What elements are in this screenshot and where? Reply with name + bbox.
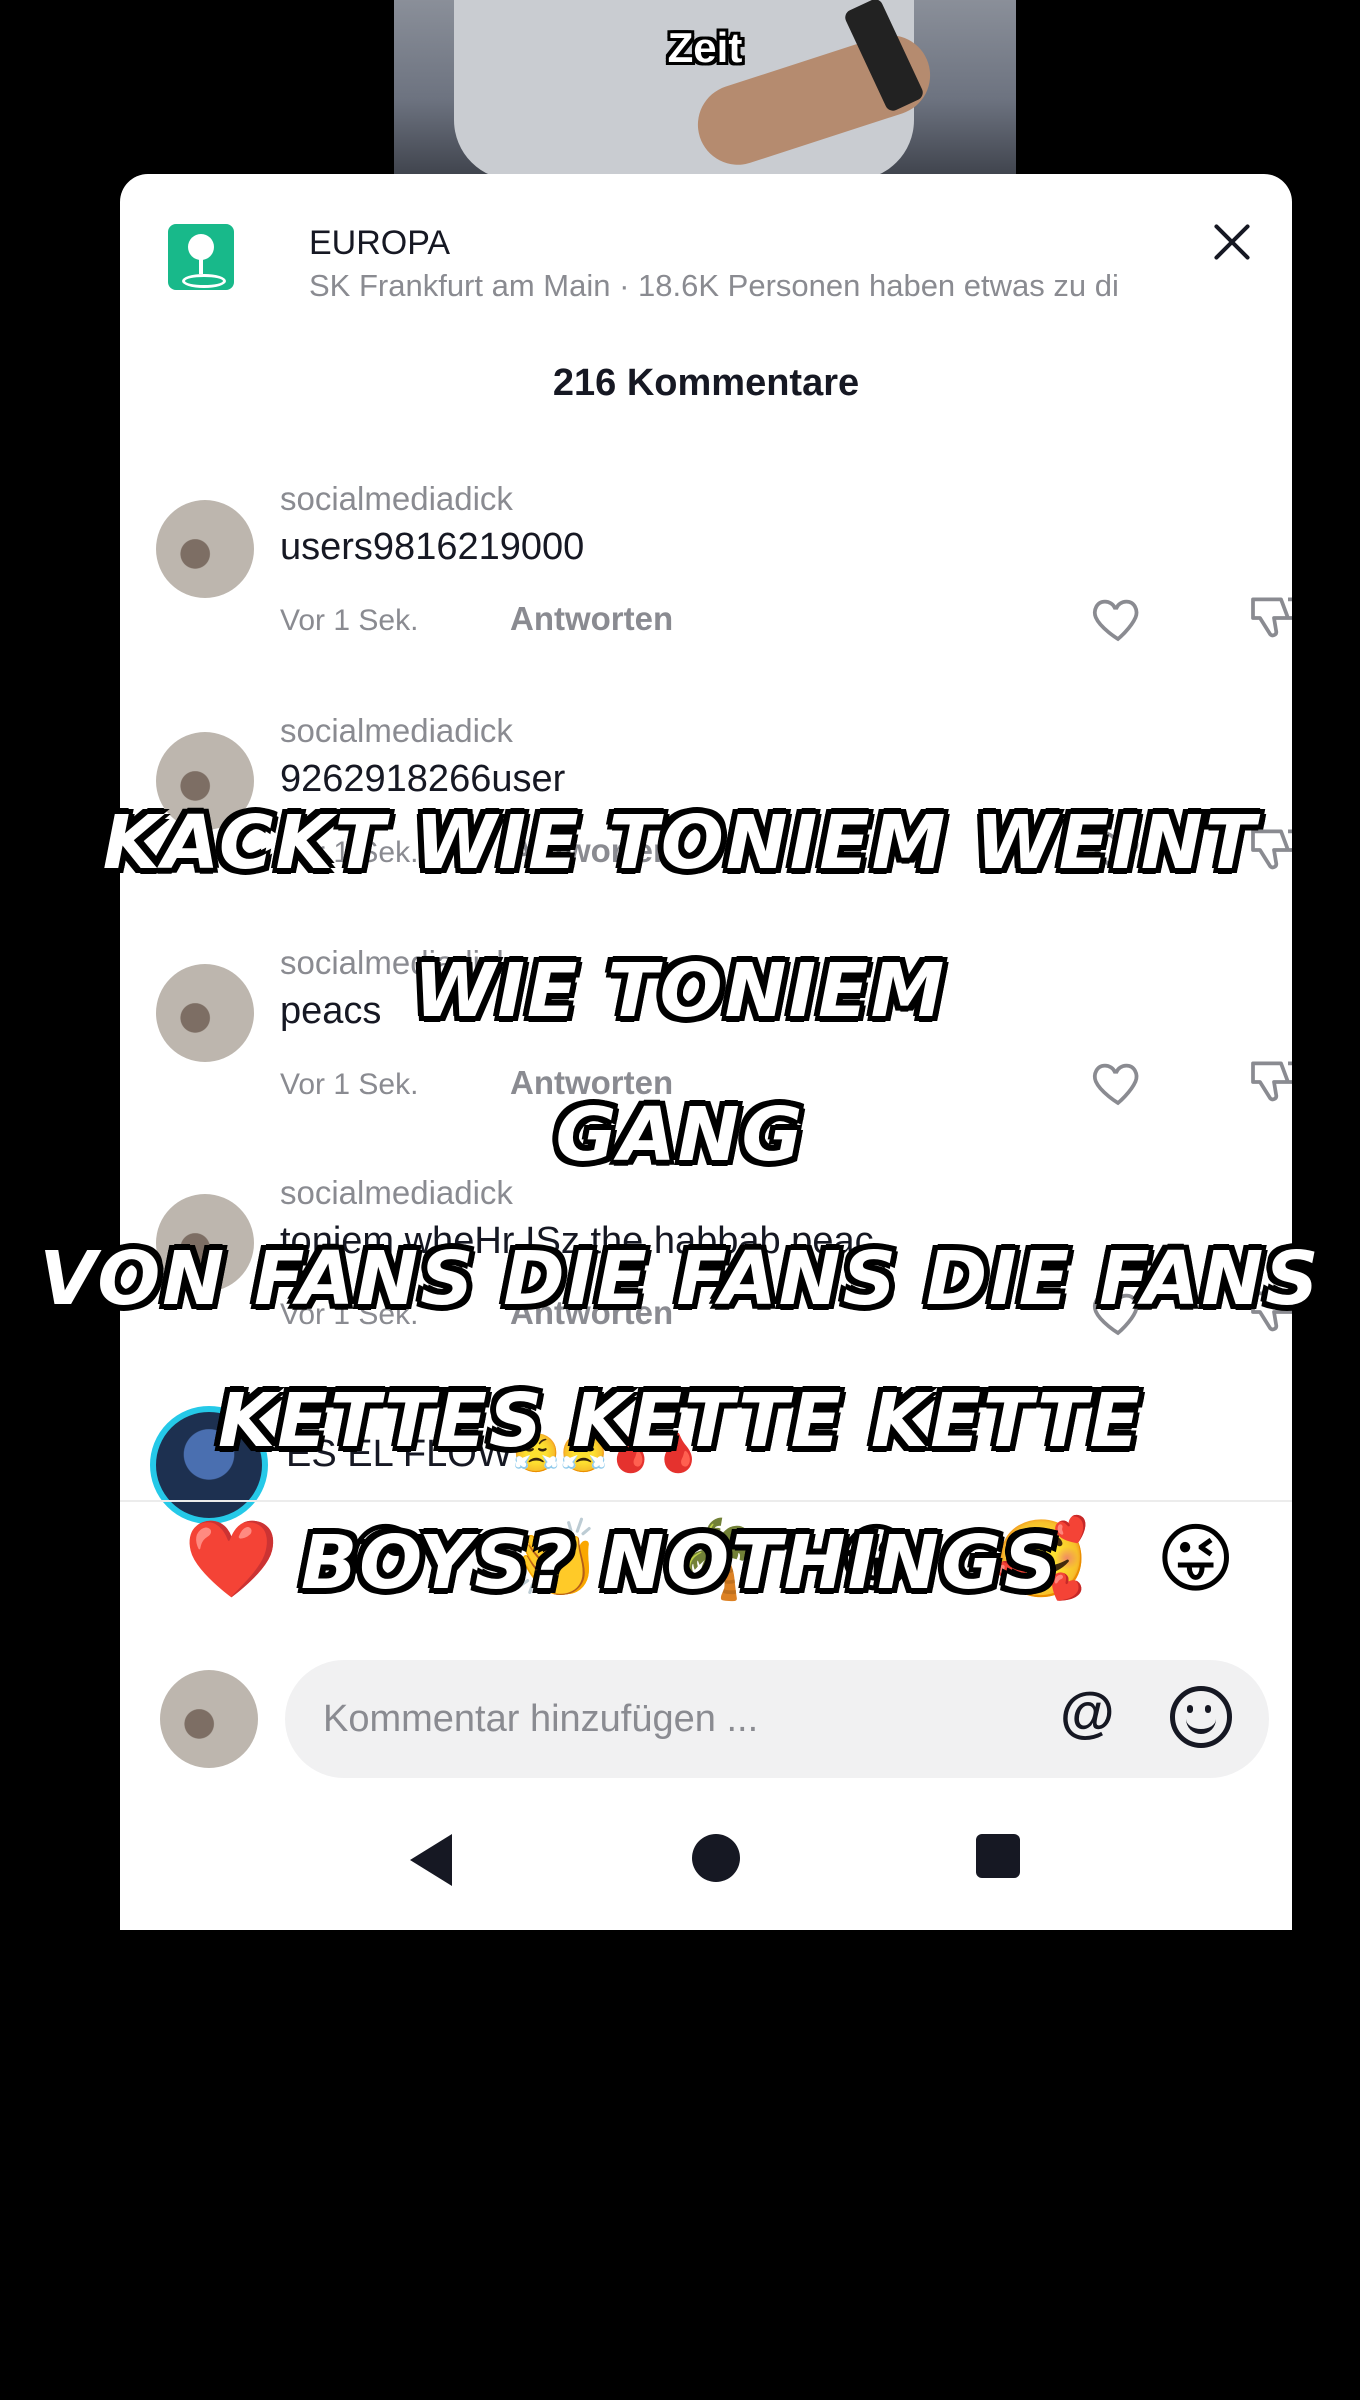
video-caption: Zeit xyxy=(667,24,743,71)
comment-time: Vor 1 Sek. xyxy=(280,836,419,869)
comment-item: ES EL FLOW😤😤🩸🩸 xyxy=(156,1410,1292,1490)
location-subtitle: SK Frankfurt am Main · 18.6K Personen ha… xyxy=(309,268,1119,303)
recent-apps-icon[interactable] xyxy=(976,1834,1020,1878)
avatar[interactable] xyxy=(156,732,254,830)
system-nav-bar xyxy=(120,1808,1292,1908)
emoji-hearts-face[interactable]: 🥰 xyxy=(994,1522,1089,1598)
heart-icon[interactable] xyxy=(1090,822,1146,878)
comment-username[interactable]: socialmediadick xyxy=(280,944,513,982)
thumbs-down-icon[interactable] xyxy=(1246,1054,1292,1110)
comment-time: Vor 1 Sek. xyxy=(280,604,419,637)
emoji-heart[interactable]: ❤️ xyxy=(184,1522,279,1598)
comment-text: users9816219000 xyxy=(280,526,585,568)
avatar xyxy=(160,1670,258,1768)
reply-button[interactable]: Antworten xyxy=(510,1064,673,1102)
comment-text: ES EL FLOW😤😤🩸🩸 xyxy=(286,1433,702,1475)
avatar[interactable] xyxy=(156,964,254,1062)
location-title: EUROPA xyxy=(309,224,451,262)
comment-username[interactable]: socialmediadick xyxy=(280,480,513,518)
heart-icon[interactable] xyxy=(1090,590,1146,646)
comment-time: Vor 1 Sek. xyxy=(280,1068,419,1101)
emoji-wink-tongue[interactable]: 😜 xyxy=(1156,1522,1235,1598)
comment-item: socialmediadick peacs Vor 1 Sek. Antwort… xyxy=(156,944,1292,1164)
thumbs-down-icon[interactable] xyxy=(1246,822,1292,878)
back-icon[interactable] xyxy=(410,1834,452,1886)
comment-text: peacs xyxy=(280,990,382,1032)
avatar[interactable] xyxy=(156,500,254,598)
home-icon[interactable] xyxy=(692,1834,740,1882)
location-banner[interactable]: EUROPA SK Frankfurt am Main · 18.6K Pers… xyxy=(168,220,1252,310)
video-frame[interactable]: Zeit xyxy=(394,0,1016,180)
thumbs-down-icon[interactable] xyxy=(1246,590,1292,646)
comment-text: 9262918266user xyxy=(280,758,566,800)
reply-button[interactable]: Antworten xyxy=(510,1294,673,1332)
comment-username[interactable]: socialmediadick xyxy=(280,712,513,750)
comment-input[interactable] xyxy=(285,1660,1269,1778)
emoji-palm-tree[interactable]: 🌴 xyxy=(670,1522,765,1598)
comment-item: socialmediadick toniem wheHr ISz the hab… xyxy=(156,1174,1292,1394)
heart-icon[interactable] xyxy=(1090,1054,1146,1110)
reply-button[interactable]: Antworten xyxy=(510,600,673,638)
emoji-quick-bar: ❤️ 😎 👏 🌴 😂 🥰 😜 xyxy=(120,1500,1292,1652)
comment-time: Vor 1 Sek. xyxy=(280,1298,419,1331)
emoji-cool[interactable]: 😎 xyxy=(346,1522,425,1598)
comment-sheet: EUROPA SK Frankfurt am Main · 18.6K Pers… xyxy=(120,174,1292,1930)
comment-username[interactable]: socialmediadick xyxy=(280,1174,513,1212)
emoji-laugh[interactable]: 😂 xyxy=(832,1522,921,1598)
thumbs-down-icon[interactable] xyxy=(1246,1284,1292,1340)
comment-input-row: @ xyxy=(120,1650,1292,1790)
at-mention-icon[interactable]: @ xyxy=(1060,1684,1115,1740)
comment-count: 216 Kommentare xyxy=(552,362,860,404)
reply-button[interactable]: Antworten xyxy=(510,832,673,870)
comment-item: socialmediadick users9816219000 Vor 1 Se… xyxy=(156,480,1292,700)
emoji-picker-icon[interactable] xyxy=(1170,1686,1232,1748)
avatar[interactable] xyxy=(156,1194,254,1292)
location-pin-icon xyxy=(168,224,234,290)
heart-icon[interactable] xyxy=(1090,1284,1146,1340)
comment-text: toniem wheHr ISz the habbab peac xyxy=(280,1220,874,1262)
comment-item: socialmediadick 9262918266user Vor 1 Sek… xyxy=(156,712,1292,932)
emoji-clap[interactable]: 👏 xyxy=(508,1522,603,1598)
close-icon[interactable] xyxy=(1204,214,1260,270)
